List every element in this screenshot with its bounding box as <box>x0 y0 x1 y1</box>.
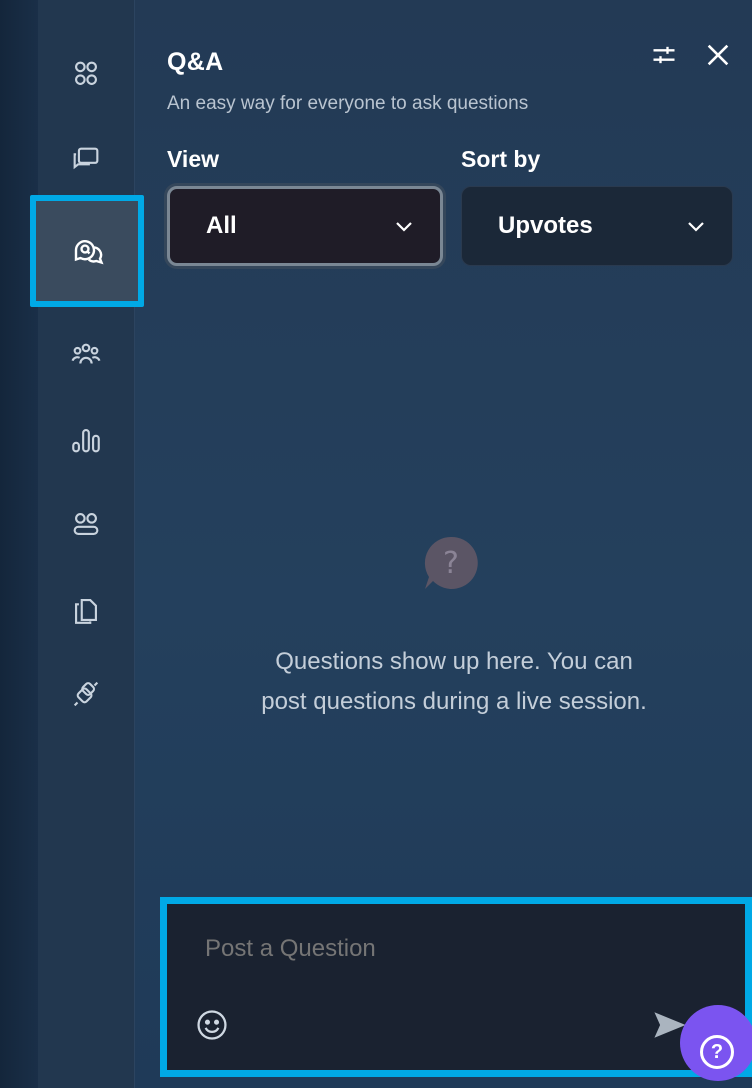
sort-select-value: Upvotes <box>498 212 593 239</box>
integrations-icon <box>73 681 99 707</box>
view-select-value: All <box>206 212 237 239</box>
svg-text:?: ? <box>443 546 459 581</box>
chevron-down-icon <box>688 222 704 232</box>
view-select[interactable]: All <box>167 186 443 266</box>
sidebar-item-integrations[interactable] <box>38 664 134 724</box>
help-icon: ? <box>700 1035 734 1069</box>
sidebar-item-qa[interactable] <box>30 195 144 307</box>
sidebar-item-apps[interactable] <box>38 44 134 104</box>
left-edge <box>0 0 38 1088</box>
empty-state-line2: post questions during a live session. <box>261 688 647 715</box>
qa-icon <box>74 240 104 265</box>
chat-icon <box>73 147 99 170</box>
qa-app: Q&A An easy way for everyone to ask ques… <box>0 0 752 1088</box>
filter-settings-button[interactable] <box>647 38 681 72</box>
panel-subtitle: An easy way for everyone to ask question… <box>167 93 529 114</box>
close-button[interactable] <box>701 38 735 72</box>
empty-state-line1: Questions show up here. You can <box>275 648 633 675</box>
emoji-icon[interactable] <box>195 1008 229 1042</box>
qa-panel: Q&A An easy way for everyone to ask ques… <box>135 0 752 1088</box>
sidebar-item-people[interactable] <box>38 325 134 385</box>
sort-label: Sort by <box>461 146 541 172</box>
help-button[interactable]: ? <box>680 1005 752 1081</box>
question-input[interactable] <box>203 934 687 964</box>
apps-icon <box>75 61 97 85</box>
sidebar-item-chat[interactable] <box>38 130 134 190</box>
sort-select[interactable]: Upvotes <box>461 186 733 266</box>
chevron-down-icon <box>396 222 412 232</box>
panel-title: Q&A <box>167 48 224 76</box>
sidebar-item-polls[interactable] <box>38 410 134 470</box>
view-label: View <box>167 146 219 172</box>
close-icon <box>707 44 729 66</box>
post-question-composer <box>160 897 752 1077</box>
question-bubble-icon: ? <box>424 536 478 589</box>
sliders-icon <box>653 46 675 64</box>
breakout-icon <box>73 513 99 535</box>
empty-state-message: Questions show up here. You can post que… <box>175 642 733 722</box>
sidebar-item-breakout[interactable] <box>38 494 134 554</box>
people-icon <box>71 343 101 364</box>
sidebar-item-files[interactable] <box>38 580 134 640</box>
files-icon <box>75 599 97 624</box>
polls-icon <box>72 429 100 453</box>
